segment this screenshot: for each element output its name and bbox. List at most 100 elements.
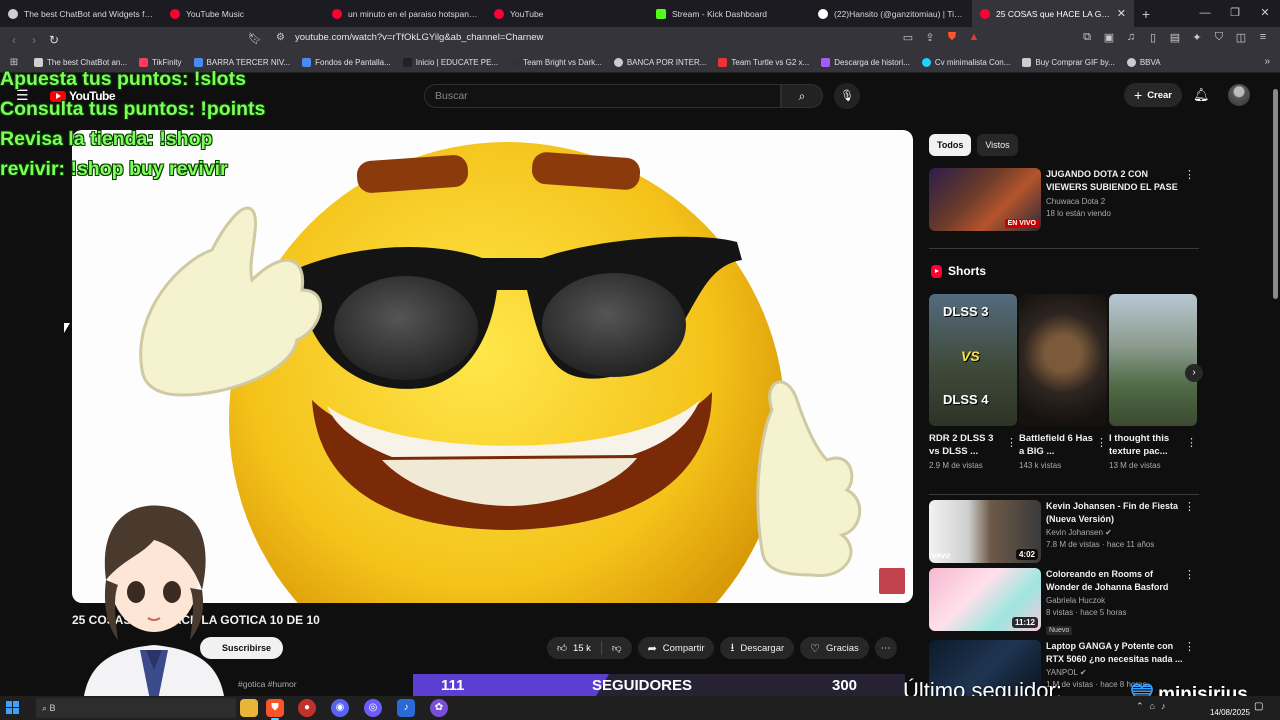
minimize-icon[interactable]: — — [1190, 0, 1220, 27]
more-vert-icon[interactable]: ⋮ — [1184, 640, 1195, 653]
more-vert-icon[interactable]: ⋮ — [1184, 568, 1195, 581]
notifications-icon[interactable]: ▢ — [1254, 701, 1263, 712]
avatar[interactable] — [1228, 84, 1250, 106]
bookmark-item[interactable]: Fondos de Pantalla... — [296, 58, 397, 67]
live-recommendation[interactable]: EN VIVO JUGANDO DOTA 2 CON VIEWERS SUBIE… — [929, 168, 1199, 232]
more-vert-icon[interactable]: ⋮ — [1184, 168, 1195, 181]
dislike-button[interactable]: 👎︎ — [602, 637, 632, 659]
video-title[interactable]: Laptop GANGA y Potente con RTX 5060 ¿no … — [1046, 640, 1186, 665]
volume-icon[interactable]: ♪ — [1161, 701, 1166, 712]
browser-tab[interactable]: YouTube Music — [162, 0, 324, 27]
recommendation[interactable]: vevo 4:02 Kevin Johansen - Fin de Fiesta… — [929, 500, 1199, 564]
chip-all[interactable]: Todos — [929, 134, 972, 156]
sidebar-icon[interactable]: ▯ — [1144, 31, 1162, 44]
app-icon[interactable]: ✿ — [430, 699, 448, 717]
chevron-up-icon[interactable]: ⌃ — [1136, 701, 1144, 712]
tabs-icon[interactable]: ▤ — [1166, 31, 1184, 44]
channel-name[interactable]: Gabriela Huczok — [1046, 595, 1186, 607]
bookmark-icon[interactable]: 🔖︎ — [248, 32, 262, 45]
share-icon[interactable]: ⇪ — [922, 31, 938, 44]
apps-grid-icon[interactable]: ⊞ — [0, 57, 28, 68]
app-icon[interactable]: ♪ — [397, 699, 415, 717]
short-item[interactable]: Battlefield 6 Has a BIG ... 143 k vistas… — [1019, 294, 1107, 470]
back-icon[interactable]: ‹ — [4, 33, 24, 47]
obs-icon[interactable]: ● — [298, 699, 316, 717]
scrollbar-thumb[interactable] — [1273, 89, 1278, 299]
bookmark-item[interactable]: Buy Comprar GIF by... — [1016, 58, 1120, 67]
bookmark-item[interactable]: The best ChatBot an... — [28, 58, 133, 67]
channel-name[interactable]: Kevin Johansen ✔︎ — [1046, 527, 1186, 539]
search-input[interactable]: Buscar — [424, 84, 781, 108]
brave-shield-icon[interactable]: ⛊ — [944, 31, 960, 44]
video-thumbnail[interactable]: vevo 4:02 — [929, 500, 1041, 563]
bookmark-item[interactable]: BANCA POR INTER... — [608, 58, 713, 67]
new-tab-icon[interactable]: + — [1134, 6, 1158, 22]
video-title[interactable]: Coloreando en Rooms of Wonder de Johanna… — [1046, 568, 1186, 593]
microphone-icon[interactable]: 🎙︎ — [834, 83, 860, 109]
wallet-icon[interactable]: ◫ — [1232, 31, 1250, 44]
page-scrollbar[interactable] — [1272, 73, 1280, 693]
video-thumbnail[interactable]: 11:12 — [929, 568, 1041, 631]
more-vert-icon[interactable]: ⋮ — [1096, 436, 1107, 449]
more-vert-icon[interactable]: ⋮ — [1184, 500, 1195, 513]
browser-tab[interactable]: YouTube — [486, 0, 648, 27]
close-tab-icon[interactable]: ✕ — [1117, 7, 1126, 20]
bookmark-item[interactable]: Team Bright vs Dark... — [504, 58, 608, 67]
bookmark-item[interactable]: TikFinity — [133, 58, 187, 67]
taskbar-search-input[interactable]: ⌕ B — [36, 698, 236, 718]
maximize-icon[interactable]: ❐ — [1220, 0, 1250, 27]
channel-name[interactable]: Chuwaca Dota 2 — [1046, 196, 1186, 208]
browser-tab[interactable]: Stream - Kick Dashboard — [648, 0, 810, 27]
browser-tab[interactable]: (22)Hansito (@ganzitomiau) | TikTok — [810, 0, 972, 27]
chevron-right-icon[interactable]: » — [1264, 56, 1270, 67]
discord-icon[interactable]: ◉ — [331, 699, 349, 717]
thanks-button[interactable]: ♡ Gracias — [800, 637, 869, 659]
url-field[interactable]: youtube.com/watch?v=rTfOkLGYilg&ab_chann… — [295, 32, 543, 43]
video-thumbnail[interactable]: EN VIVO — [929, 168, 1041, 231]
recommendation[interactable]: 11:12 Coloreando en Rooms of Wonder de J… — [929, 568, 1199, 635]
forward-icon[interactable]: › — [24, 33, 44, 47]
short-thumbnail[interactable] — [1109, 294, 1197, 426]
reload-icon[interactable]: ↻ — [44, 33, 64, 47]
browser-tab[interactable]: un minuto en el paraiso hotspanish — [324, 0, 486, 27]
notifications-bell-icon[interactable]: 🔔︎ — [1193, 87, 1210, 103]
short-item[interactable]: DLSS 3 VS DLSS 4 RDR 2 DLSS 3 vs DLSS ..… — [929, 294, 1017, 470]
bookmark-item[interactable]: Descarga de histori... — [815, 58, 916, 67]
chip-watched[interactable]: Vistos — [977, 134, 1018, 156]
video-title[interactable]: JUGANDO DOTA 2 CON VIEWERS SUBIENDO EL P… — [1046, 168, 1186, 194]
vpn-icon[interactable]: ⛉ — [1210, 31, 1228, 44]
browser-tab[interactable]: The best ChatBot and Widgets for K — [0, 0, 162, 27]
search-icon[interactable]: ⌕ — [781, 84, 823, 108]
like-button[interactable]: 👍︎ 15 k — [547, 637, 601, 659]
share-button[interactable]: ➦ Compartir — [637, 637, 715, 659]
chevron-right-icon[interactable]: › — [1185, 364, 1203, 382]
extension-icon[interactable]: ⧉ — [1078, 31, 1096, 44]
short-title[interactable]: Battlefield 6 Has a BIG ... — [1019, 432, 1093, 458]
video-title[interactable]: Kevin Johansen - Fin de Fiesta (Nueva Ve… — [1046, 500, 1186, 525]
more-vert-icon[interactable]: ⋮ — [1006, 436, 1017, 449]
ai-icon[interactable]: ✦ — [1188, 31, 1206, 44]
bookmark-item[interactable]: Inicio | EDUCATE PE... — [397, 58, 504, 67]
extension-icon[interactable]: ▣ — [1100, 31, 1118, 44]
bookmark-item[interactable]: BARRA TERCER NIV... — [188, 58, 297, 67]
brave-browser-icon[interactable]: ⛊ — [266, 699, 284, 720]
channel-name[interactable]: YANPOL ✔︎ — [1046, 667, 1186, 679]
bookmark-item[interactable]: Team Turtle vs G2 x... — [712, 58, 815, 67]
bookmark-item[interactable]: BBVA — [1121, 58, 1167, 67]
bookmark-item[interactable]: Cv minimalista Con... — [916, 58, 1017, 67]
browser-tab-active[interactable]: 25 COSAS que HACE LA GOTICA ✕ — [972, 0, 1134, 27]
short-item[interactable]: I thought this texture pac... 13 M de vi… — [1109, 294, 1197, 470]
download-button[interactable]: ⭳ Descargar — [720, 637, 795, 659]
clock[interactable]: 14/08/2025 — [1200, 698, 1250, 718]
close-window-icon[interactable]: ✕ — [1250, 0, 1280, 27]
brave-rewards-icon[interactable]: ▲ — [966, 31, 982, 44]
more-vert-icon[interactable]: ⋮ — [1186, 436, 1197, 449]
short-title[interactable]: I thought this texture pac... — [1109, 432, 1183, 458]
site-info-icon[interactable]: ⚙︎ — [276, 32, 285, 43]
short-thumbnail[interactable] — [1019, 294, 1107, 426]
create-button[interactable]: + Crear — [1124, 83, 1183, 107]
more-actions-icon[interactable]: ⋯ — [874, 637, 897, 659]
short-thumbnail[interactable]: DLSS 3 VS DLSS 4 — [929, 294, 1017, 426]
menu-icon[interactable]: ≡ — [1254, 31, 1272, 44]
short-title[interactable]: RDR 2 DLSS 3 vs DLSS ... — [929, 432, 1003, 458]
